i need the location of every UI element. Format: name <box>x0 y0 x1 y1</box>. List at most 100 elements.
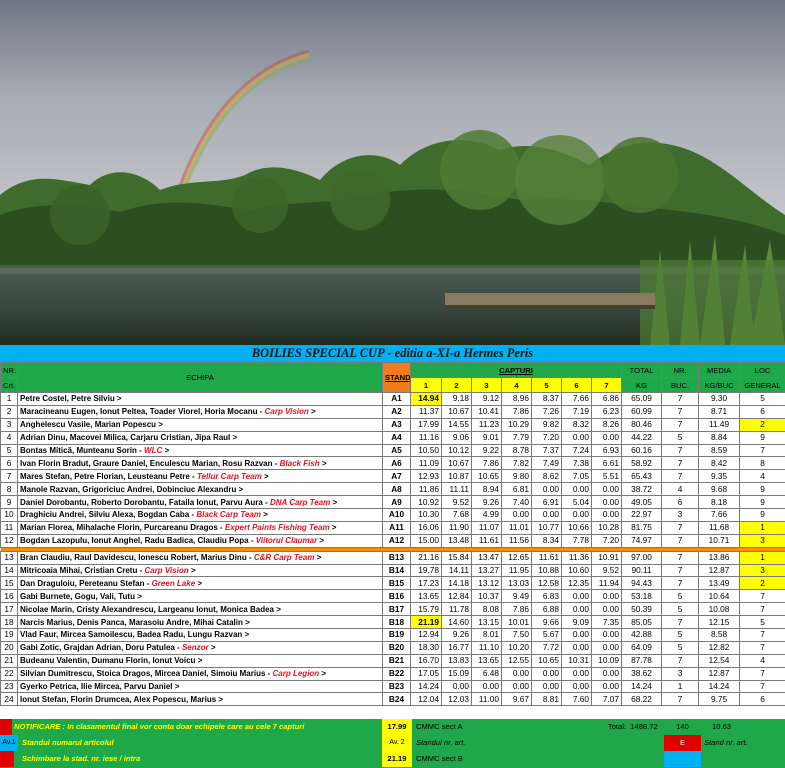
buc-cell: 7 <box>661 563 700 578</box>
row-number: 22 <box>0 666 18 681</box>
capture-cell: 9.52 <box>441 495 472 510</box>
row-number: 17 <box>0 602 18 617</box>
header-capturi: CAPTURI <box>409 362 623 378</box>
capture-cell: 10.65 <box>531 653 562 668</box>
loc-general-cell: 1 <box>739 520 785 535</box>
team-cell: Vlad Faur, Mircea Samoilescu, Badea Radu… <box>17 628 383 642</box>
team-name: Senzor <box>181 643 209 653</box>
capture-cell: 0.00 <box>531 482 562 497</box>
total-kg-cell: 53.18 <box>621 589 663 604</box>
capture-cell: 10.91 <box>590 550 623 565</box>
stand-cell: B18 <box>382 615 411 630</box>
row-arrow: > <box>319 458 327 468</box>
capture-cell: 8.37 <box>531 392 562 406</box>
page-title: BOILIES SPECIAL CUP - editia a-XI-a Herm… <box>0 345 785 362</box>
capture-cell: 9.12 <box>471 392 502 406</box>
row-number: 20 <box>0 640 18 655</box>
team-members: Gabi Burnete, Gogu, Vali, Tutu > <box>20 591 142 601</box>
table-row: 20 Gabi Zotic, Grajdan Adrian, Doru Patul… <box>0 640 785 655</box>
header-capture-5: 5 <box>531 377 562 393</box>
buc-cell: 7 <box>661 443 700 458</box>
row-arrow: > <box>330 497 338 507</box>
capture-cell: 0.00 <box>561 640 592 655</box>
capture-cell: 17.99 <box>410 417 442 432</box>
capture-cell: 16.06 <box>410 520 442 535</box>
buc-cell: 7 <box>661 392 700 406</box>
loc-general-cell: 7 <box>739 628 785 642</box>
team-name: DNA Carp Team <box>269 497 331 507</box>
row-number: 16 <box>0 589 18 604</box>
header-kg-per-buc: KG/BUC <box>698 377 741 393</box>
e-text: Stand nr. art. <box>704 738 748 747</box>
media-cell: 9.75 <box>698 692 741 707</box>
team-name: Carp Legion <box>272 669 320 679</box>
buc-cell: 1 <box>661 679 700 694</box>
capture-cell: 8.26 <box>590 417 623 432</box>
buc-cell: 7 <box>661 550 700 565</box>
team-members: Ivan Florin Bradut, Graure Daniel, Encul… <box>20 458 280 468</box>
media-cell: 10.64 <box>698 589 741 604</box>
table-row: 24 Ionut Stefan, Florin Drumcea, Alex Pop… <box>0 692 785 707</box>
capture-cell: 18.30 <box>410 640 442 655</box>
header-capture-2: 2 <box>441 377 472 393</box>
stand-cell: A2 <box>382 404 411 419</box>
total-kg-cell: 38.72 <box>621 482 663 497</box>
capture-cell: 10.31 <box>561 653 592 668</box>
capture-cell: 9.22 <box>471 443 502 458</box>
capture-cell: 12.94 <box>410 628 442 642</box>
capture-cell: 10.66 <box>561 520 592 535</box>
media-cell: 9.35 <box>698 469 741 484</box>
team-members: Anghelescu Vasile, Marian Popescu > <box>20 420 163 430</box>
total-kg-cell: 81.75 <box>621 520 663 535</box>
header-nr: NR. <box>0 362 18 378</box>
table-row: 19 Vlad Faur, Mircea Samoilescu, Badea Ra… <box>0 628 785 642</box>
row-number: 5 <box>0 443 18 458</box>
total-kg-cell: 44.22 <box>621 430 663 445</box>
team-name: WLC <box>144 446 163 455</box>
capture-cell: 6.83 <box>531 589 562 604</box>
table-row: 22 Silvian Dumitrescu, Stoica Dragos, Mir… <box>0 666 785 681</box>
media-cell: 7.66 <box>698 508 741 522</box>
team-members: Ionut Stefan, Florin Drumcea, Alex Popes… <box>20 694 224 704</box>
capture-cell: 10.12 <box>441 443 472 458</box>
change-label: CMMC sect B <box>416 754 463 763</box>
capture-cell: 14.94 <box>410 392 442 406</box>
row-number: 21 <box>0 653 18 668</box>
team-cell: Ionut Stefan, Florin Drumcea, Alex Popes… <box>17 692 383 707</box>
row-number: 11 <box>0 520 18 535</box>
capture-cell: 10.29 <box>501 417 532 432</box>
capture-cell: 0.00 <box>561 628 592 642</box>
capture-cell: 0.00 <box>590 508 623 522</box>
table-row: 11 Marian Florea, Mihalache Florin, Purca… <box>0 520 785 535</box>
capture-cell: 7.79 <box>501 430 532 445</box>
capture-cell: 13.47 <box>471 550 502 565</box>
capture-cell: 7.60 <box>561 692 592 707</box>
total-buc: 140 <box>676 722 689 731</box>
av1-text: Standul numarul articolul <box>22 738 114 747</box>
team-members: Mares Stefan, Petre Florian, Leusteanu P… <box>20 471 197 481</box>
capture-cell: 11.00 <box>471 692 502 707</box>
row-number: 18 <box>0 615 18 630</box>
av1-tag: Av.1 <box>0 735 18 751</box>
capture-cell: 7.37 <box>531 443 562 458</box>
capture-cell: 0.00 <box>590 495 623 510</box>
loc-general-cell: 9 <box>739 495 785 510</box>
total-kg-cell: 14.24 <box>621 679 663 694</box>
capture-cell: 6.61 <box>590 456 623 471</box>
table-row: 14 Mitricoaia Mihai, Cristian Cretu - Car… <box>0 563 785 578</box>
row-number: 6 <box>0 456 18 471</box>
team-cell: Mares Stefan, Petre Florian, Leusteanu P… <box>17 469 383 484</box>
capture-cell: 17.23 <box>410 576 442 591</box>
media-cell: 8.84 <box>698 430 741 445</box>
capture-cell: 11.94 <box>590 576 623 591</box>
team-members: Gyerko Petrica, Ilie Mircea, Parvu Danie… <box>20 682 180 692</box>
table-row: 2 Maracineanu Eugen, Ionut Peltea, Toader… <box>0 404 785 419</box>
team-cell: Maracineanu Eugen, Ionut Peltea, Toader … <box>17 404 383 419</box>
team-cell: Marian Florea, Mihalache Florin, Purcare… <box>17 520 383 535</box>
capture-cell: 9.49 <box>501 589 532 604</box>
capture-cell: 10.20 <box>501 640 532 655</box>
capture-cell: 0.00 <box>561 666 592 681</box>
table-row: 7 Mares Stefan, Petre Florian, Leusteanu … <box>0 469 785 484</box>
team-name: Carp Vision <box>264 407 309 417</box>
capture-cell: 10.41 <box>471 404 502 419</box>
